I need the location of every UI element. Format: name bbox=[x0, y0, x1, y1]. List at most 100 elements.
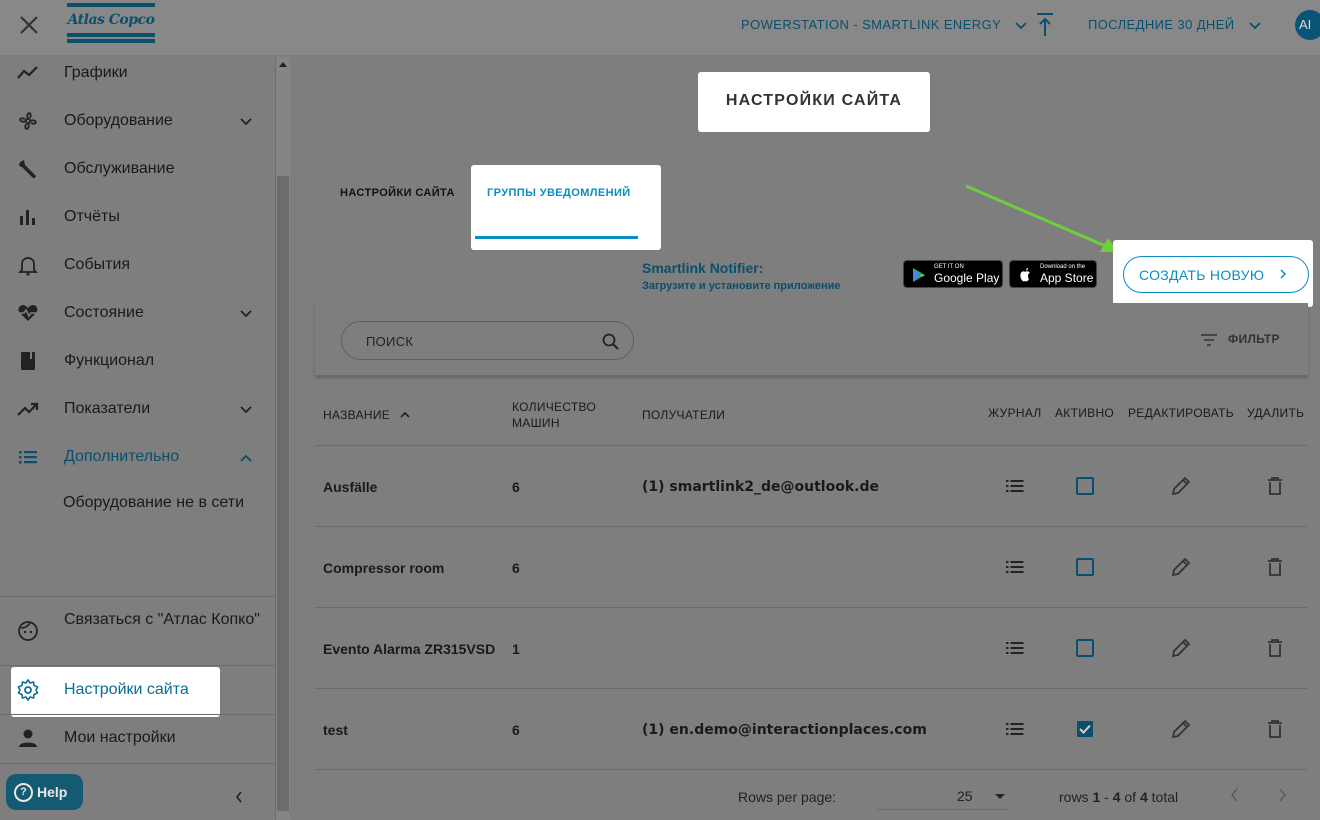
sidebar-item-my-settings[interactable]: Мои настройки bbox=[0, 715, 276, 763]
collapse-sidebar-icon[interactable] bbox=[234, 790, 244, 804]
journal-list-icon[interactable] bbox=[1004, 556, 1026, 578]
bar-chart-icon bbox=[20, 210, 35, 225]
delete-trash-icon[interactable] bbox=[1264, 637, 1286, 659]
upload-icon[interactable] bbox=[1035, 12, 1055, 38]
sidebar-item-events[interactable]: События bbox=[0, 242, 276, 290]
tab-label: ГРУППЫ УВЕДОМЛЕНИЙ bbox=[487, 187, 631, 199]
sidebar-item-label: Графики bbox=[64, 64, 128, 81]
period-selector[interactable]: ПОСЛЕДНИЕ 30 ДНЕЙ bbox=[1088, 17, 1261, 32]
atlas-copco-logo: Atlas Copco bbox=[67, 3, 155, 43]
active-checkbox[interactable] bbox=[1074, 637, 1096, 659]
scroll-up-arrow[interactable] bbox=[279, 62, 287, 67]
active-checkbox[interactable] bbox=[1074, 475, 1096, 497]
table-divider bbox=[315, 688, 1308, 689]
help-button[interactable]: ? Help bbox=[6, 774, 83, 810]
column-header-journal: ЖУРНАЛ bbox=[988, 406, 1042, 420]
row-recipients: (1) smartlink2_de@outlook.de bbox=[642, 479, 879, 495]
row-name: Evento Alarma ZR315VSD bbox=[323, 641, 496, 657]
column-header-recipients: ПОЛУЧАТЕЛИ bbox=[642, 408, 726, 422]
row-name: Ausfälle bbox=[323, 479, 378, 495]
sidebar-item-contact[interactable]: Связаться с "Атлас Копко" bbox=[0, 598, 276, 666]
close-icon[interactable] bbox=[18, 14, 40, 36]
create-new-label: СОЗДАТЬ НОВУЮ bbox=[1139, 267, 1265, 283]
search-placeholder: ПОИСК bbox=[366, 334, 414, 349]
period-selector-label: ПОСЛЕДНИЕ 30 ДНЕЙ bbox=[1088, 17, 1235, 32]
sidebar-item-site-settings[interactable]: Настройки сайта bbox=[11, 667, 220, 717]
edit-pencil-icon[interactable] bbox=[1170, 475, 1192, 497]
table-divider bbox=[315, 445, 1308, 446]
site-selector[interactable]: POWERSTATION - SMARTLINK ENERGY bbox=[741, 17, 1027, 32]
google-play-icon bbox=[913, 268, 925, 282]
row-machines: 6 bbox=[512, 479, 520, 495]
journal-list-icon[interactable] bbox=[1004, 637, 1026, 659]
search-icon bbox=[602, 333, 619, 350]
edit-pencil-icon[interactable] bbox=[1170, 718, 1192, 740]
search-input[interactable]: ПОИСК bbox=[341, 321, 634, 360]
sidebar-item-label: Отчёты bbox=[64, 208, 120, 225]
sidebar-item-label: Функционал bbox=[64, 352, 155, 369]
sidebar-divider bbox=[0, 596, 276, 597]
sidebar-divider bbox=[0, 665, 276, 666]
app-store-badge[interactable]: Download on the App Store bbox=[1009, 260, 1097, 288]
page-title-container: НАСТРОЙКИ САЙТА bbox=[698, 72, 930, 132]
google-play-caption: GET IT ON bbox=[934, 264, 964, 270]
list-icon bbox=[19, 451, 37, 464]
avatar[interactable]: AI bbox=[1295, 10, 1320, 40]
active-tab-indicator bbox=[475, 236, 638, 239]
sidebar-item-equipment[interactable]: Оборудование bbox=[0, 98, 276, 146]
active-checkbox[interactable] bbox=[1074, 556, 1096, 578]
rows-per-page-value: 25 bbox=[957, 788, 973, 804]
sidebar-item-additional[interactable]: Дополнительно bbox=[0, 434, 276, 482]
sidebar-item-features[interactable]: Функционал bbox=[0, 338, 276, 386]
sidebar-item-label: Дополнительно bbox=[64, 448, 180, 465]
column-header-name[interactable]: НАЗВАНИЕ bbox=[323, 408, 411, 422]
column-header-label: НАЗВАНИЕ bbox=[323, 408, 391, 422]
sidebar-subitem-offline-equipment[interactable]: Оборудование не в сети bbox=[63, 494, 244, 512]
delete-trash-icon[interactable] bbox=[1264, 475, 1286, 497]
notifier-title: Smartlink Notifier: bbox=[642, 260, 764, 276]
app-store-label: App Store bbox=[1040, 271, 1094, 285]
sidebar-item-service[interactable]: Обслуживание bbox=[0, 146, 276, 194]
chevron-down-icon bbox=[1248, 21, 1261, 29]
sidebar-item-status[interactable]: Состояние bbox=[0, 290, 276, 338]
book-icon bbox=[21, 352, 35, 370]
row-name: Compressor room bbox=[323, 560, 445, 576]
delete-trash-icon[interactable] bbox=[1264, 718, 1286, 740]
table-divider bbox=[315, 607, 1308, 608]
sort-ascending-icon bbox=[400, 411, 410, 418]
annotation-arrow-icon bbox=[965, 184, 1118, 252]
notifier-subtitle: Загрузите и установите приложение bbox=[642, 280, 841, 292]
sidebar-item-charts[interactable]: Графики bbox=[0, 50, 276, 98]
journal-list-icon[interactable] bbox=[1004, 718, 1026, 740]
create-new-button[interactable]: СОЗДАТЬ НОВУЮ bbox=[1123, 256, 1309, 293]
delete-trash-icon[interactable] bbox=[1264, 556, 1286, 578]
sidebar-scrollbar-thumb[interactable] bbox=[277, 176, 289, 811]
column-header-delete: УДАЛИТЬ bbox=[1247, 406, 1305, 420]
chevron-right-icon bbox=[1280, 269, 1287, 279]
rows-per-page-select[interactable]: 25 bbox=[877, 780, 1009, 810]
edit-pencil-icon[interactable] bbox=[1170, 637, 1192, 659]
active-checkbox-checked[interactable] bbox=[1074, 718, 1096, 740]
google-play-badge[interactable]: GET IT ON Google Play bbox=[903, 260, 1003, 288]
page-title: НАСТРОЙКИ САЙТА bbox=[725, 92, 903, 109]
next-page-icon[interactable] bbox=[1277, 787, 1287, 803]
tab-notification-groups[interactable]: ГРУППЫ УВЕДОМЛЕНИЙ bbox=[471, 165, 661, 250]
tab-site-settings[interactable]: НАСТРОЙКИ САЙТА bbox=[340, 187, 455, 199]
sidebar-item-reports[interactable]: Отчёты bbox=[0, 194, 276, 242]
row-machines: 6 bbox=[512, 722, 520, 738]
range-word: rows bbox=[1059, 789, 1089, 805]
sidebar-item-label: Состояние bbox=[64, 304, 144, 321]
chevron-up-icon bbox=[240, 454, 252, 462]
edit-pencil-icon[interactable] bbox=[1170, 556, 1192, 578]
filter-button[interactable]: ФИЛЬТР bbox=[1200, 332, 1280, 347]
sidebar-item-label: Обслуживание bbox=[64, 160, 175, 177]
chevron-down-icon bbox=[1015, 21, 1027, 29]
chevron-down-icon bbox=[240, 310, 252, 318]
previous-page-icon[interactable] bbox=[1230, 787, 1240, 803]
fan-icon bbox=[19, 112, 37, 130]
gear-icon bbox=[17, 679, 39, 701]
sidebar-item-metrics[interactable]: Показатели bbox=[0, 386, 276, 434]
app-store-caption: Download on the bbox=[1040, 264, 1086, 270]
journal-list-icon[interactable] bbox=[1004, 475, 1026, 497]
create-new-container: СОЗДАТЬ НОВУЮ bbox=[1113, 240, 1313, 307]
